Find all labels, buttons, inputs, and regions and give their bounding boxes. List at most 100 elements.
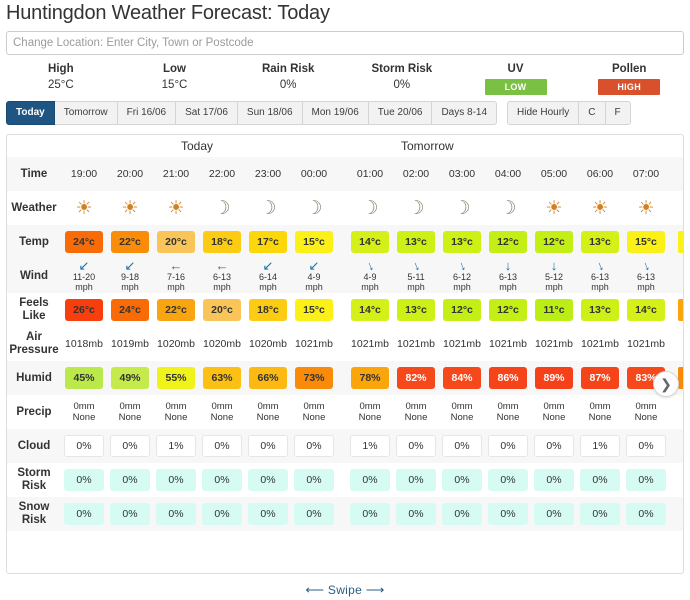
- snow_risk-cell: 0%: [153, 497, 199, 531]
- snow_risk-badge: 0%: [110, 503, 150, 525]
- humid-badge: 45%: [65, 367, 103, 389]
- day-divider: [337, 191, 347, 225]
- tab-sun-18-06[interactable]: Sun 18/06: [237, 101, 303, 125]
- precip-cell: 0mm None: [393, 395, 439, 429]
- tab-tomorrow[interactable]: Tomorrow: [54, 101, 118, 125]
- feels_like-cell: 22°c: [153, 293, 199, 327]
- temp-badge: 20°c: [157, 231, 195, 253]
- wind-cell: ← 7-16 mph: [153, 259, 199, 293]
- group-tomorrow: 1021mb 1021mb 1021mb 1021mb 1021mb 1021mb 1021…: [347, 327, 669, 361]
- row-label-wind: Wind: [20, 269, 48, 282]
- wind-cell: ↓ 5-11 mph: [393, 257, 439, 293]
- precip-cell: 0mm None: [439, 395, 485, 429]
- wind-cell: ↙ 4-9 mph: [291, 259, 337, 293]
- wind-cell: ↓ 4-9 mph: [347, 257, 393, 293]
- storm_risk-cell: 0%: [439, 463, 485, 497]
- temp-cell: 24°c: [61, 225, 107, 259]
- wind-direction-arrow-icon: ←: [215, 258, 229, 273]
- storm_risk-badge: 0%: [626, 469, 666, 491]
- group-today: 26°c 24°c 22°c 20°c 18°c 15°c: [61, 293, 337, 327]
- precip-type: None: [164, 412, 188, 423]
- time-cell: 04:00: [485, 157, 531, 191]
- air_pressure-cell: 1020mb: [245, 327, 291, 361]
- tab-c[interactable]: C: [579, 101, 606, 125]
- time-cell: 22:00: [199, 157, 245, 191]
- weather-icon-cell: ☽: [245, 191, 291, 225]
- next-hours-button[interactable]: ❯: [653, 371, 679, 397]
- humid-badge: 89%: [535, 367, 573, 389]
- wind-direction-arrow-icon: ↙: [124, 258, 136, 273]
- forecast-row-wind: Wind ↙ 11-20 mph ↙ 9-18 mph ← 7-16 mph ← 6-13 mph ↙ 6-…: [7, 257, 683, 293]
- temp-badge: 15°c: [627, 231, 665, 253]
- cloud-badge: 0%: [534, 435, 574, 457]
- row-cells-precip: 0mm None 0mm None 0mm None 0mm None 0mm None 0mm No…: [61, 395, 683, 429]
- temp-cell: 15°c: [291, 225, 337, 259]
- wind-direction-arrow-icon: ↓: [455, 257, 468, 274]
- air_pressure-cell: 1021mb: [347, 327, 393, 361]
- group-tomorrow: 14°c 13°c 13°c 12°c 12°c 13°c 15°c: [347, 225, 669, 259]
- tab-tue-20-06[interactable]: Tue 20/06: [368, 101, 433, 125]
- temp-badge: 24°c: [65, 231, 103, 253]
- storm_risk-badge: 0%: [350, 469, 390, 491]
- summary-badge: HIGH: [598, 79, 661, 95]
- precip-value-wrapper: 0mm None: [497, 401, 520, 423]
- wind-direction-arrow-icon: ↙: [262, 258, 274, 273]
- cloud-cell: 0%: [531, 429, 577, 463]
- temp-badge: 12°c: [489, 231, 527, 253]
- change-location-input[interactable]: [6, 31, 684, 55]
- time-cell: 00:00: [291, 157, 337, 191]
- air_pressure-cell: 1018mb: [61, 327, 107, 361]
- snow_risk-cell: 0%: [485, 497, 531, 531]
- group-tomorrow: 01:00 02:00 03:00 04:00 05:00 06:00 07:00: [347, 157, 669, 191]
- temp-cell: 13°c: [393, 225, 439, 259]
- snow_risk-cell: 0%: [393, 497, 439, 531]
- precip-amount: 0mm: [589, 401, 611, 412]
- cloud-cell: 0%: [61, 429, 107, 463]
- wind-cell: ↙ 9-18 mph: [107, 259, 153, 293]
- temp-badge: 13°c: [397, 231, 435, 253]
- humid-badge: 73%: [295, 367, 333, 389]
- precip-type: None: [404, 412, 428, 423]
- air_pressure-cell: 1021mb: [485, 327, 531, 361]
- precip-type: None: [302, 412, 326, 423]
- time-value: 06:00: [586, 168, 614, 180]
- temp-cell: 20°c: [153, 225, 199, 259]
- air_pressure-value: 1021mb: [443, 338, 481, 350]
- tab-sat-17-06[interactable]: Sat 17/06: [176, 101, 238, 125]
- row-label-feels_like: Feels Like: [19, 297, 49, 322]
- tab-fri-16-06[interactable]: Fri 16/06: [117, 101, 177, 125]
- air_pressure-cell: 1021mb: [439, 327, 485, 361]
- feels_like-badge: 14°c: [627, 299, 665, 321]
- summary-strip: High 25°C Low 15°C Rain Risk 0% Storm Risk 0% UV…: [0, 55, 690, 101]
- humid-cell: 49%: [107, 361, 153, 395]
- temp-badge: 22°c: [111, 231, 149, 253]
- time-value: 23:00: [254, 168, 282, 180]
- precip-amount: 0mm: [497, 401, 519, 412]
- tab-mon-19-06[interactable]: Mon 19/06: [302, 101, 369, 125]
- summary-value: 25°C: [47, 79, 74, 91]
- wind-unit: mph: [121, 282, 139, 292]
- air_pressure-value: 1021mb: [627, 338, 665, 350]
- time-value: 22:00: [208, 168, 236, 180]
- cloud-badge: 1%: [156, 435, 196, 457]
- precip-value-wrapper: 0mm None: [635, 401, 658, 423]
- tab-hide-hourly[interactable]: Hide Hourly: [507, 101, 580, 125]
- humid-badge: 78%: [351, 367, 389, 389]
- row-cells-cloud: 0% 0% 1% 0% 0% 0% 1% 0% 0% 0% 0% 1% 0%: [61, 429, 683, 463]
- storm_risk-badge: 0%: [202, 469, 242, 491]
- wind-speed: 11-20: [72, 272, 96, 282]
- storm_risk-cell: 0%: [347, 463, 393, 497]
- precip-cell: 0mm None: [347, 395, 393, 429]
- tab-f[interactable]: F: [605, 101, 631, 125]
- storm_risk-cell: 0%: [393, 463, 439, 497]
- time-cell: 03:00: [439, 157, 485, 191]
- day-tabs-group: Today Tomorrow Fri 16/06 Sat 17/06 Sun 18/06…: [6, 101, 498, 125]
- hourly-forecast-table: Today Tomorrow Time 19:00 20:00 21:00 22:00 2…: [6, 134, 684, 574]
- feels_like-badge: 12°c: [443, 299, 481, 321]
- feels_like-badge: 13°c: [397, 299, 435, 321]
- humid-cell: 66%: [245, 361, 291, 395]
- tab-today[interactable]: Today: [6, 101, 55, 125]
- storm_risk-badge: 0%: [248, 469, 288, 491]
- tab-days-8-14[interactable]: Days 8-14: [432, 101, 498, 125]
- precip-value-wrapper: 0mm None: [73, 401, 96, 423]
